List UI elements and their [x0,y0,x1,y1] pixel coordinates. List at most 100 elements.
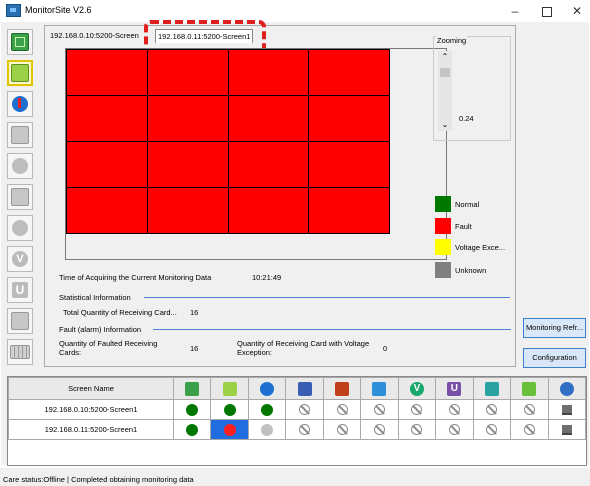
voltage-exception-value: 0 [383,344,388,353]
status-text: Care status:Offline | Completed obtainin… [3,475,194,484]
receiving-card-cell[interactable] [228,188,309,233]
zoom-down-arrow[interactable]: ⌄ [438,119,452,131]
legend-swatch [435,218,451,234]
status-cell[interactable] [435,419,474,440]
not-available-icon [448,424,460,435]
status-cell[interactable] [172,399,212,420]
zoom-thumb[interactable] [440,68,450,77]
column-door[interactable] [472,377,512,400]
legend-label: Normal [455,200,480,209]
tab-screen-0-10[interactable]: 192.168.0.10:5200-Screen [50,29,139,42]
toolbar-module-button[interactable] [7,339,33,365]
minimize-button[interactable]: – [500,2,530,20]
toolbar-fan-button[interactable] [7,215,33,241]
zoom-up-arrow[interactable]: ⌃ [438,51,452,63]
toolbar-smoke-button[interactable] [7,153,33,179]
status-normal-icon [223,403,236,416]
table-row[interactable]: 192.168.0.10:5200-Screen1 [8,399,587,420]
receiving-card-cell[interactable] [147,188,228,233]
toolbar-door-button[interactable] [7,308,33,334]
receiving-card-cell[interactable] [67,142,147,187]
monitoring-refresh-button[interactable]: Monitoring Refr... [523,318,586,338]
status-cell[interactable] [247,419,287,440]
status-cell[interactable] [210,399,249,420]
status-cell[interactable] [322,399,362,420]
receiving-card-cell[interactable] [147,142,228,187]
receiving-card-cell[interactable] [228,50,309,95]
not-available-icon [336,404,348,415]
computer-icon [561,424,572,435]
receiving-card-cell[interactable] [309,50,389,95]
zoom-scrollbar[interactable]: ⌃ ⌄ [438,51,452,131]
title-bar: MonitorSite V2.6 – ✕ [0,0,590,22]
column-module[interactable] [510,377,549,400]
column-cabinet[interactable] [285,377,324,400]
maximize-button[interactable] [532,2,562,20]
legend-normal: Normal [435,196,535,214]
status-cell[interactable] [172,419,212,440]
not-available-icon [299,404,311,415]
status-cell[interactable] [472,399,512,420]
status-cell[interactable] [285,399,324,420]
status-cell[interactable] [472,419,512,440]
column-voltage[interactable]: V [397,377,437,400]
divider [153,329,511,330]
receiving-card-cell[interactable] [309,142,389,187]
receiving-card-cell[interactable] [67,188,147,233]
receiving-card-cell[interactable] [309,96,389,141]
receiving-card-cell[interactable] [147,96,228,141]
toolbar-cabinet-button[interactable] [7,122,33,148]
receiving-card-cell[interactable] [309,188,389,233]
status-cell[interactable] [397,399,437,420]
column-temperature[interactable] [247,377,287,400]
status-cell[interactable] [322,419,362,440]
legend-label: Voltage Exce... [455,243,506,252]
column-smoke[interactable] [322,377,362,400]
receiving-card-cell[interactable] [228,96,309,141]
door-icon [484,381,499,396]
app-icon [6,4,21,17]
legend-label: Unknown [455,266,487,275]
toolbar-magnet-button[interactable]: U [7,277,33,303]
configuration-button[interactable]: Configuration [523,348,586,368]
receiving-card-cell[interactable] [67,96,147,141]
receiving-card-cell[interactable] [67,50,147,95]
legend-swatch [435,196,451,212]
status-cell[interactable] [360,399,399,420]
status-bar: Care status:Offline | Completed obtainin… [0,468,590,486]
column-network[interactable] [547,377,587,400]
status-cell[interactable] [510,399,549,420]
smoke-icon [12,158,28,174]
column-fan[interactable] [360,377,399,400]
status-cell[interactable] [547,399,587,420]
status-normal-icon [186,403,199,416]
status-cell[interactable] [435,399,474,420]
status-cell[interactable] [360,419,399,440]
toolbar-card-button[interactable] [7,29,33,55]
screen-status-table: Screen Name V U 192.168.0.10:5200-Screen… [8,377,587,440]
close-button[interactable]: ✕ [562,2,590,20]
toolbar-voltage-button[interactable]: V [7,246,33,272]
status-cell-selected[interactable] [210,419,249,440]
status-cell[interactable] [285,419,324,440]
status-cell[interactable] [510,419,549,440]
table-row[interactable]: 192.168.0.11:5200-Screen1 [8,419,587,440]
column-magnet[interactable]: U [435,377,474,400]
not-available-icon [523,424,535,435]
status-cell[interactable] [547,419,587,440]
status-cell[interactable] [397,419,437,440]
toolbar-receiving-card-button[interactable] [7,60,33,86]
status-cell[interactable] [247,399,287,420]
toolbar-temperature-button[interactable] [7,91,33,117]
column-receiving-card[interactable] [210,377,249,400]
not-available-icon [523,404,535,415]
fire-icon [11,188,29,206]
not-available-icon [373,404,385,415]
receiving-card-grid [66,49,390,234]
receiving-card-cell[interactable] [147,50,228,95]
column-card[interactable] [172,377,212,400]
receiving-card-cell[interactable] [228,142,309,187]
fan-icon [372,381,387,396]
toolbar-fire-button[interactable] [7,184,33,210]
screen-name-cell: 192.168.0.11:5200-Screen1 [8,419,174,440]
